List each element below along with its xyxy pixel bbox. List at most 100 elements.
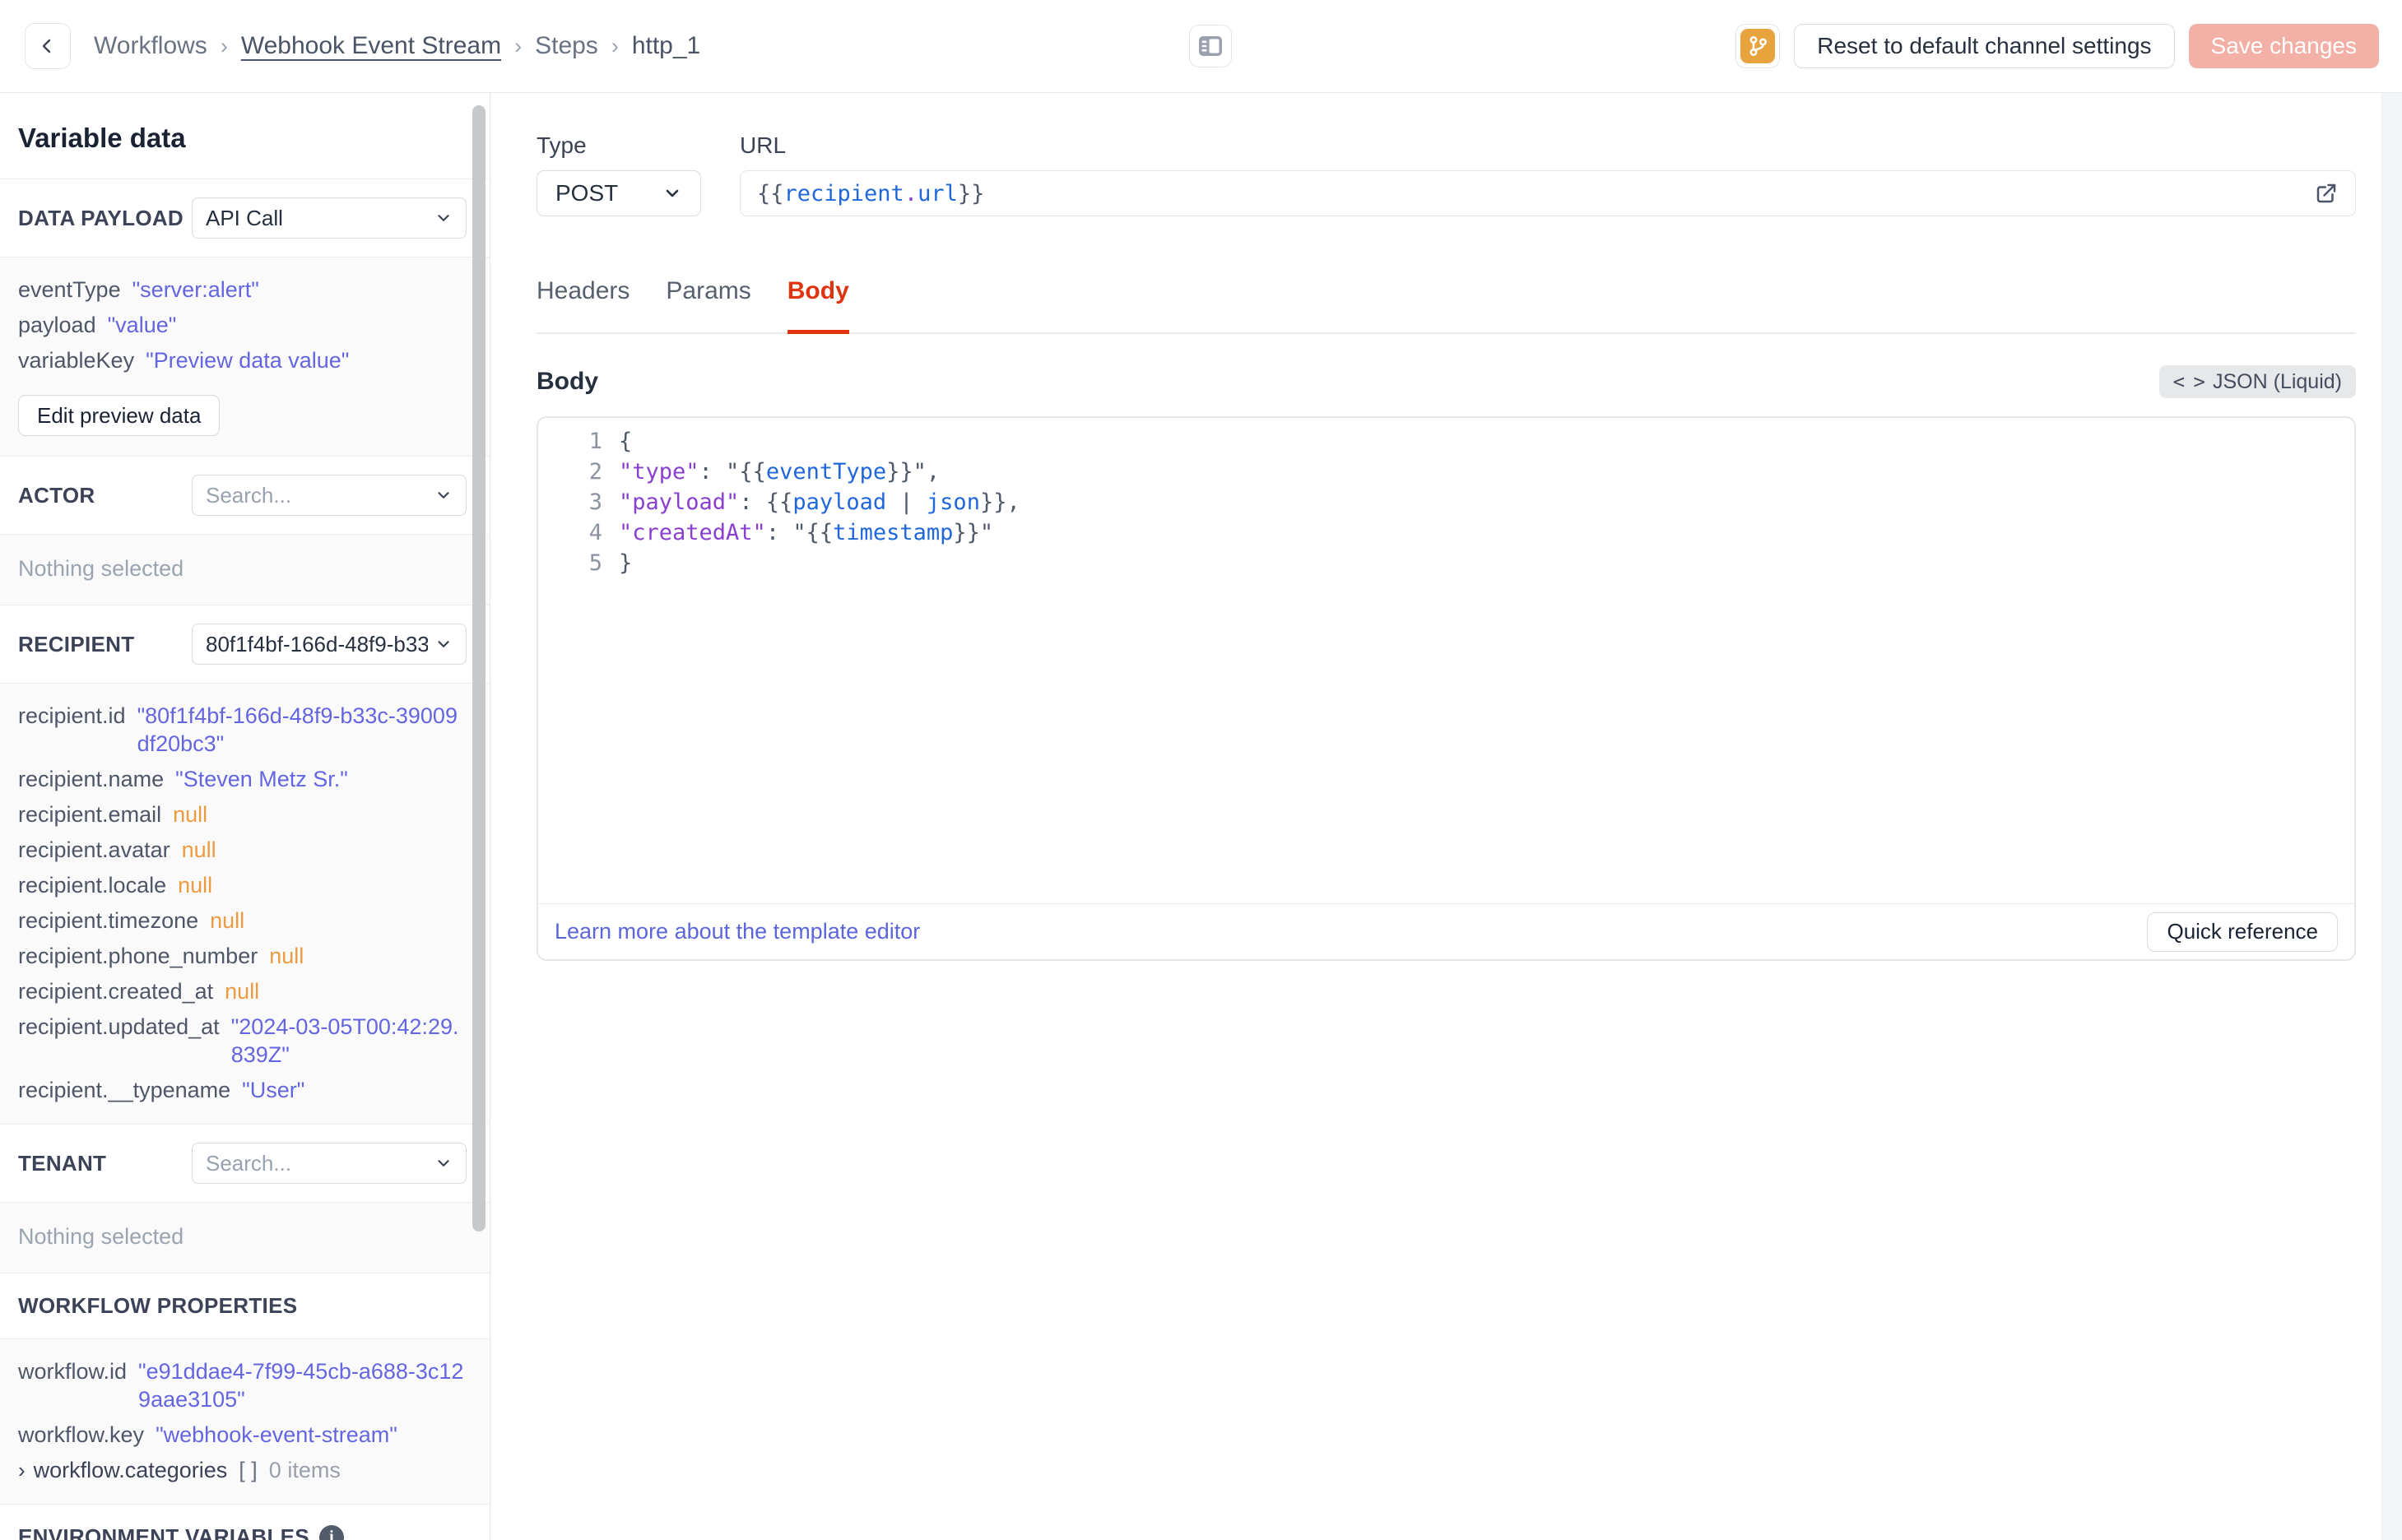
preview-data-section: eventType "server:alert" payload "value"… [0,257,490,457]
breadcrumb: Workflows › Webhook Event Stream › Steps… [94,32,700,60]
breadcrumb-workflows[interactable]: Workflows [94,32,207,60]
field-value: "User" [242,1078,305,1102]
version-diff-button[interactable] [1735,24,1781,68]
language-badge: < > JSON (Liquid) [2158,365,2356,398]
header-actions: Reset to default channel settings Save c… [1735,24,2379,68]
template-editor-docs-link[interactable]: Learn more about the template editor [555,919,920,944]
breadcrumb-separator: › [220,33,228,58]
tab-params[interactable]: Params [666,277,750,332]
code-line: 5 } [538,548,2354,578]
line-number: 3 [588,489,602,515]
expand-chevron-icon[interactable]: › [18,1456,26,1484]
sidebar-scrollbar[interactable] [472,105,486,1232]
recipient-field-row: recipient.__typename "User" [18,1076,467,1104]
recipient-field-row: recipient.id "80f1f4bf-166d-48f9-b33c-39… [18,702,467,758]
actor-empty-note: Nothing selected [18,556,184,581]
breadcrumb-steps[interactable]: Steps [535,32,598,60]
breadcrumb-workflow-name[interactable]: Webhook Event Stream [241,32,501,60]
tenant-label: TENANT [18,1150,107,1176]
actor-search-select[interactable]: Search... [192,475,467,516]
reset-channel-settings-button[interactable]: Reset to default channel settings [1794,24,2175,68]
preview-value: "server:alert" [132,277,259,302]
method-block: Type POST [537,132,701,216]
url-token: url [918,180,958,206]
body-section-label: Body [537,368,598,395]
actor-search-placeholder: Search... [206,482,292,508]
main-scrollbar-track[interactable] [2381,93,2402,1540]
categories-brackets: [ ] [239,1458,258,1482]
preview-row: variableKey "Preview data value" [18,346,467,374]
back-button[interactable] [25,23,71,69]
type-label: Type [537,132,587,158]
toggle-sidebar-button[interactable] [1189,25,1232,67]
recipient-label: RECIPIENT [18,631,135,656]
field-value: "80f1f4bf-166d-48f9-b33c-39009df20bc3" [137,703,458,756]
breadcrumb-step-name: http_1 [631,32,701,59]
page-content: Variable data DATA PAYLOAD API Call even… [0,93,2402,1540]
code-area[interactable]: 1 { 2 "type": "{{eventType}}", 3 "payloa… [538,418,2354,903]
language-badge-label: JSON (Liquid) [2213,369,2342,393]
line-number: 1 [588,429,602,454]
tenant-search-select[interactable]: Search... [192,1143,467,1184]
breadcrumb-separator: › [611,33,619,58]
url-input[interactable]: {{recipient. url}} [740,170,2356,216]
recipient-row: RECIPIENT 80f1f4bf-166d-48f9-b33c [0,605,490,683]
method-select[interactable]: POST [537,170,701,216]
workflow-properties-heading-row: WORKFLOW PROPERTIES [0,1273,490,1338]
data-payload-select[interactable]: API Call [192,197,467,239]
actor-empty-section: Nothing selected [0,534,490,605]
request-config-row: Type POST URL {{recipient. url}} [537,132,2356,216]
workflow-field-row: workflow.id "e91ddae4-7f99-45cb-a688-3c1… [18,1357,467,1413]
url-token: {{ [757,180,784,206]
tab-body[interactable]: Body [787,277,849,334]
tenant-empty-section: Nothing selected [0,1202,490,1273]
recipient-field-row: recipient.email null [18,800,467,828]
preview-value: "Preview data value" [146,348,350,373]
recipient-data-section: recipient.id "80f1f4bf-166d-48f9-b33c-39… [0,683,490,1125]
workflow-categories-row[interactable]: › workflow.categories [ ] 0 items [18,1456,467,1484]
code-token: { [619,429,633,454]
quick-reference-button[interactable]: Quick reference [2147,911,2338,952]
recipient-field-row: recipient.updated_at "2024-03-05T00:42:2… [18,1013,467,1069]
edit-preview-data-button[interactable]: Edit preview data [18,395,221,436]
field-key: recipient.timezone [18,908,199,933]
preview-key: payload [18,313,96,337]
code-token: "createdAt" [619,520,766,545]
code-token: : "{{ [699,459,766,485]
tab-headers[interactable]: Headers [537,277,630,332]
external-link-icon[interactable] [2314,181,2339,206]
method-selected: POST [555,180,619,206]
body-template-editor[interactable]: 1 { 2 "type": "{{eventType}}", 3 "payloa… [537,416,2356,961]
actor-row: ACTOR Search... [0,457,490,534]
field-key: recipient.email [18,802,162,827]
url-token: recipient [783,180,904,206]
field-value: null [173,802,208,827]
code-token: eventType [765,459,887,485]
recipient-select[interactable]: 80f1f4bf-166d-48f9-b33c [192,624,467,665]
body-section-header: Body < > JSON (Liquid) [537,365,2356,398]
code-token: }}" [953,520,994,545]
line-number: 4 [588,520,602,545]
categories-count: 0 items [268,1458,341,1482]
info-icon[interactable]: i [318,1524,344,1540]
code-token: }}", [886,459,941,485]
field-key: recipient.avatar [18,837,170,862]
field-value: "2024-03-05T00:42:29.839Z" [230,1014,459,1067]
save-changes-button[interactable]: Save changes [2188,24,2379,68]
preview-key: eventType [18,277,121,302]
breadcrumb-separator: › [514,33,523,58]
environment-variables-heading: ENVIRONMENT VARIABLES [18,1524,309,1540]
recipient-field-row: recipient.locale null [18,871,467,899]
code-token: "type" [619,459,699,485]
code-token: } [619,550,633,576]
field-key: workflow.key [18,1422,145,1447]
code-token: : "{{ [765,520,834,545]
chevron-down-icon [662,183,682,203]
tenant-row: TENANT Search... [0,1125,490,1202]
chevron-down-icon [428,486,453,504]
recipient-field-row: recipient.phone_number null [18,942,467,970]
line-number: 2 [588,459,602,485]
code-icon: < > [2172,370,2205,393]
preview-value: "value" [107,313,177,337]
environment-variables-heading-row: ENVIRONMENT VARIABLES i [0,1505,490,1540]
